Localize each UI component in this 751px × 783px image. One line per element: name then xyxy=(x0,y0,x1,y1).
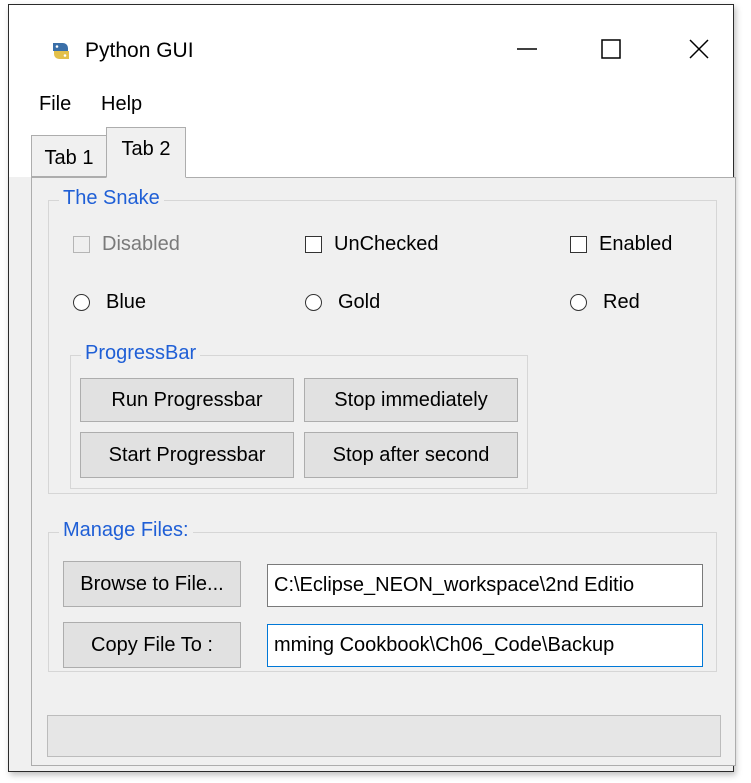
tab-2-panel: The Snake Disabled UnChecked Enabled Blu… xyxy=(31,177,736,766)
browse-path-field[interactable]: C:\Eclipse_NEON_workspace\2nd Editio xyxy=(267,564,703,607)
enabled-checkbox[interactable]: Enabled xyxy=(570,233,672,256)
snake-groupbox: The Snake Disabled UnChecked Enabled Blu… xyxy=(48,187,717,494)
radio-gold-label: Gold xyxy=(338,291,381,313)
title-bar[interactable]: Python GUI xyxy=(9,5,733,83)
window-title: Python GUI xyxy=(85,39,194,62)
menu-help[interactable]: Help xyxy=(101,93,142,116)
browse-file-button[interactable]: Browse to File... xyxy=(63,561,241,607)
radio-circle xyxy=(305,294,322,311)
menu-file[interactable]: File xyxy=(39,93,71,116)
close-button[interactable] xyxy=(669,23,729,79)
radio-blue-label: Blue xyxy=(106,291,147,313)
stop-immediately-button[interactable]: Stop immediately xyxy=(304,378,518,422)
radio-red-label: Red xyxy=(603,291,640,313)
menu-bar: File Help xyxy=(9,83,733,123)
disabled-checkbox-label: Disabled xyxy=(102,233,180,255)
radio-blue[interactable]: Blue xyxy=(73,291,146,314)
maximize-button[interactable] xyxy=(581,23,641,79)
python-icon xyxy=(50,40,72,62)
tab-1[interactable]: Tab 1 xyxy=(31,135,106,177)
progressbar-group-title: ProgressBar xyxy=(81,342,201,365)
checkbox-box xyxy=(73,236,90,253)
minimize-button[interactable] xyxy=(497,23,557,79)
tab-2[interactable]: Tab 2 xyxy=(106,127,186,178)
progressbar-groupbox: ProgressBar Run Progressbar Stop immedia… xyxy=(70,342,528,489)
run-progressbar-button[interactable]: Run Progressbar xyxy=(80,378,294,422)
manage-files-groupbox: Manage Files: Browse to File... C:\Eclip… xyxy=(48,519,717,672)
checkbox-box xyxy=(570,236,587,253)
progress-bar xyxy=(47,715,721,757)
enabled-checkbox-label: Enabled xyxy=(599,233,673,255)
close-icon xyxy=(688,38,710,65)
copy-file-button[interactable]: Copy File To : xyxy=(63,622,241,668)
unchecked-checkbox-label: UnChecked xyxy=(334,233,439,255)
snake-group-title: The Snake xyxy=(59,187,164,210)
radio-red[interactable]: Red xyxy=(570,291,640,314)
manage-files-group-title: Manage Files: xyxy=(59,519,193,542)
radio-circle xyxy=(73,294,90,311)
start-progressbar-button[interactable]: Start Progressbar xyxy=(80,432,294,478)
maximize-icon xyxy=(600,38,622,65)
copy-destination-field[interactable]: mming Cookbook\Ch06_Code\Backup xyxy=(267,624,703,667)
radio-gold[interactable]: Gold xyxy=(305,291,380,314)
disabled-checkbox: Disabled xyxy=(73,233,180,256)
minimize-icon xyxy=(516,38,538,65)
unchecked-checkbox[interactable]: UnChecked xyxy=(305,233,439,256)
main-window: Python GUI File Help Tab 1 Tab 2 The Sna… xyxy=(8,4,736,772)
stop-after-second-button[interactable]: Stop after second xyxy=(304,432,518,478)
checkbox-box xyxy=(305,236,322,253)
radio-circle xyxy=(570,294,587,311)
